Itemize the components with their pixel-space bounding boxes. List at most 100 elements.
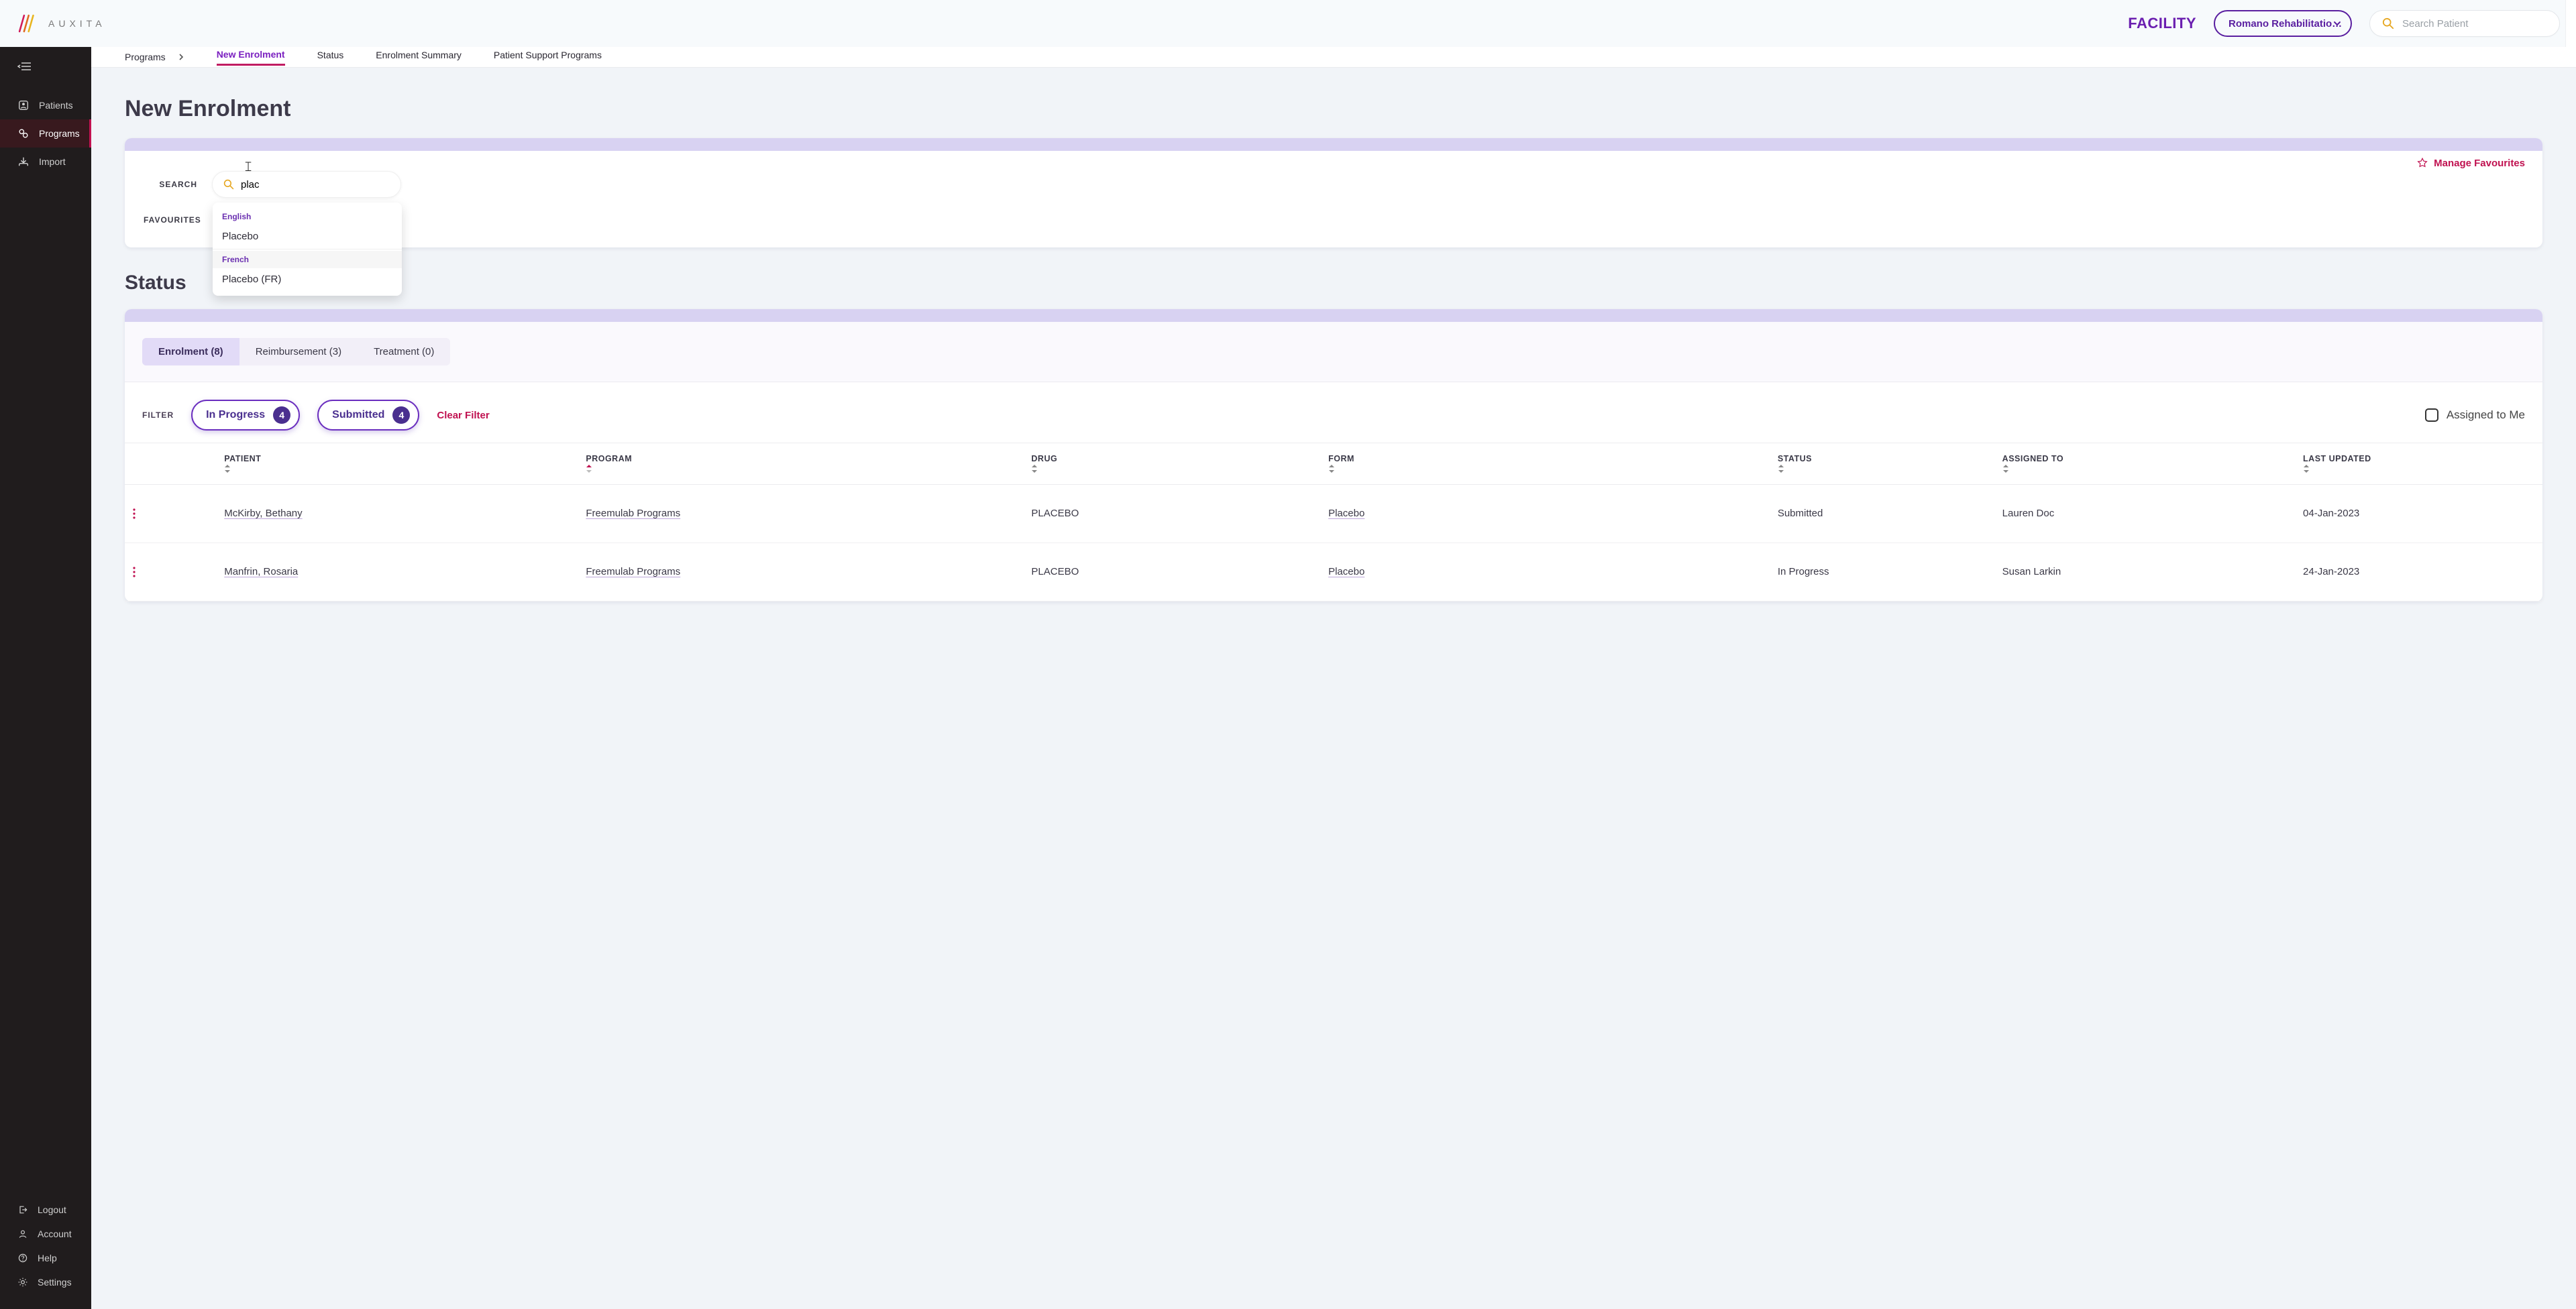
th-form[interactable]: FORM — [1320, 443, 1770, 484]
th-label: DRUG — [1031, 454, 1057, 463]
program-search-input[interactable] — [241, 179, 390, 190]
sidebar: Patients Programs Import Logout — [0, 47, 91, 1309]
th-status[interactable]: STATUS — [1770, 443, 1994, 484]
th-label: LAST UPDATED — [2303, 454, 2371, 463]
scrollbar[interactable] — [2565, 0, 2576, 47]
dropdown-group-english: English — [213, 208, 402, 225]
program-search[interactable]: 𝙸 English Placebo French Placebo (FR) — [212, 171, 401, 198]
sidebar-item-logout[interactable]: Logout — [0, 1198, 91, 1222]
sidebar-item-programs[interactable]: Programs — [0, 119, 91, 148]
filter-label: FILTER — [142, 410, 174, 420]
th-label: STATUS — [1778, 454, 1812, 463]
sort-icon — [1778, 464, 1986, 473]
tab-enrolment-summary[interactable]: Enrolment Summary — [376, 50, 462, 64]
sort-icon — [2303, 464, 2534, 473]
enrolment-card: Manage Favourites SEARCH 𝙸 — [125, 138, 2542, 247]
th-program[interactable]: PROGRAM — [578, 443, 1023, 484]
assigned-label: Assigned to Me — [2447, 408, 2525, 422]
th-assigned[interactable]: ASSIGNED TO — [1994, 443, 2295, 484]
patient-search-input[interactable] — [2402, 18, 2547, 30]
search-icon — [223, 179, 234, 190]
programs-icon — [17, 127, 30, 139]
cell-updated: 24-Jan-2023 — [2295, 543, 2542, 601]
star-outline-icon — [2416, 157, 2428, 169]
manage-favourites-label: Manage Favourites — [2434, 158, 2525, 169]
cell-assigned: Lauren Doc — [1994, 484, 2295, 543]
sidebar-item-account[interactable]: Account — [0, 1222, 91, 1246]
patient-search[interactable] — [2369, 10, 2560, 37]
sidebar-item-patients[interactable]: Patients — [0, 91, 91, 119]
sort-icon — [224, 464, 570, 473]
sort-icon — [586, 464, 1015, 473]
facility-label: FACILITY — [2128, 15, 2196, 32]
chevron-down-icon — [2333, 19, 2341, 27]
breadcrumb-root[interactable]: Programs — [125, 52, 166, 62]
chip-count: 4 — [392, 406, 410, 424]
account-icon — [17, 1229, 28, 1239]
sidebar-item-label: Account — [38, 1229, 72, 1239]
th-drug[interactable]: DRUG — [1023, 443, 1320, 484]
patient-link[interactable]: Manfrin, Rosaria — [224, 566, 298, 577]
table-row: McKirby, Bethany Freemulab Programs PLAC… — [125, 484, 2542, 543]
breadcrumb: Programs — [125, 52, 184, 62]
form-link[interactable]: Placebo — [1328, 566, 1364, 577]
top-right: FACILITY Romano Rehabilitatio… — [2128, 10, 2560, 37]
program-link[interactable]: Freemulab Programs — [586, 508, 680, 519]
subnav: Programs New Enrolment Status Enrolment … — [91, 47, 2576, 68]
import-icon — [17, 156, 30, 168]
program-link[interactable]: Freemulab Programs — [586, 566, 680, 577]
checkbox-icon[interactable] — [2425, 408, 2438, 422]
dropdown-item-placebo-fr[interactable]: Placebo (FR) — [213, 268, 402, 290]
tab-reimbursement[interactable]: Reimbursement (3) — [239, 338, 358, 365]
sidebar-item-label: Import — [39, 156, 66, 167]
manage-favourites-link[interactable]: Manage Favourites — [2416, 157, 2525, 169]
facility-select[interactable]: Romano Rehabilitatio… — [2214, 10, 2352, 37]
sort-icon — [2002, 464, 2287, 473]
cell-drug: PLACEBO — [1023, 543, 1320, 601]
kebab-icon[interactable] — [133, 555, 208, 589]
text-cursor-icon: 𝙸 — [244, 160, 253, 175]
collapse-sidebar-icon[interactable] — [0, 47, 91, 91]
filter-chip-submitted[interactable]: Submitted 4 — [317, 400, 419, 431]
sidebar-bottom: Logout Account Help Settings — [0, 1198, 91, 1309]
form-link[interactable]: Placebo — [1328, 508, 1364, 519]
status-title: Status — [125, 272, 2542, 294]
sort-icon — [1031, 464, 1312, 473]
filter-chip-in-progress[interactable]: In Progress 4 — [191, 400, 300, 431]
th-label: FORM — [1328, 454, 1354, 463]
sidebar-item-label: Settings — [38, 1277, 72, 1288]
page-title: New Enrolment — [125, 96, 2542, 122]
status-tabs-strip: Enrolment (8) Reimbursement (3) Treatmen… — [125, 322, 2542, 382]
cell-status: In Progress — [1770, 543, 1994, 601]
th-updated[interactable]: LAST UPDATED — [2295, 443, 2542, 484]
tab-enrolment[interactable]: Enrolment (8) — [142, 338, 239, 365]
tab-new-enrolment[interactable]: New Enrolment — [217, 49, 285, 66]
cell-assigned: Susan Larkin — [1994, 543, 2295, 601]
assigned-to-me-toggle[interactable]: Assigned to Me — [2425, 408, 2525, 422]
patient-link[interactable]: McKirby, Bethany — [224, 508, 302, 519]
cell-drug: PLACEBO — [1023, 484, 1320, 543]
th-patient[interactable]: PATIENT — [216, 443, 578, 484]
chip-label: In Progress — [206, 409, 265, 421]
tab-treatment[interactable]: Treatment (0) — [358, 338, 450, 365]
logout-icon — [17, 1204, 28, 1215]
sidebar-item-import[interactable]: Import — [0, 148, 91, 176]
tab-status[interactable]: Status — [317, 50, 344, 64]
sidebar-item-help[interactable]: Help — [0, 1246, 91, 1270]
chip-label: Submitted — [332, 409, 384, 421]
search-dropdown: English Placebo French Placebo (FR) — [213, 203, 402, 296]
status-tabs: Enrolment (8) Reimbursement (3) Treatmen… — [142, 338, 450, 365]
tab-patient-support-programs[interactable]: Patient Support Programs — [494, 50, 602, 64]
chevron-right-icon — [178, 54, 184, 60]
table-row: Manfrin, Rosaria Freemulab Programs PLAC… — [125, 543, 2542, 601]
sidebar-item-settings[interactable]: Settings — [0, 1270, 91, 1294]
cell-updated: 04-Jan-2023 — [2295, 484, 2542, 543]
clear-filter-link[interactable]: Clear Filter — [437, 410, 489, 421]
sidebar-item-label: Help — [38, 1253, 57, 1263]
brand-text: AUXITA — [48, 18, 106, 29]
sidebar-item-label: Logout — [38, 1204, 66, 1215]
search-icon — [2382, 17, 2394, 30]
dropdown-item-placebo[interactable]: Placebo — [213, 225, 402, 247]
filter-row: FILTER In Progress 4 Submitted 4 Clear F… — [125, 382, 2542, 443]
kebab-icon[interactable] — [133, 497, 208, 530]
